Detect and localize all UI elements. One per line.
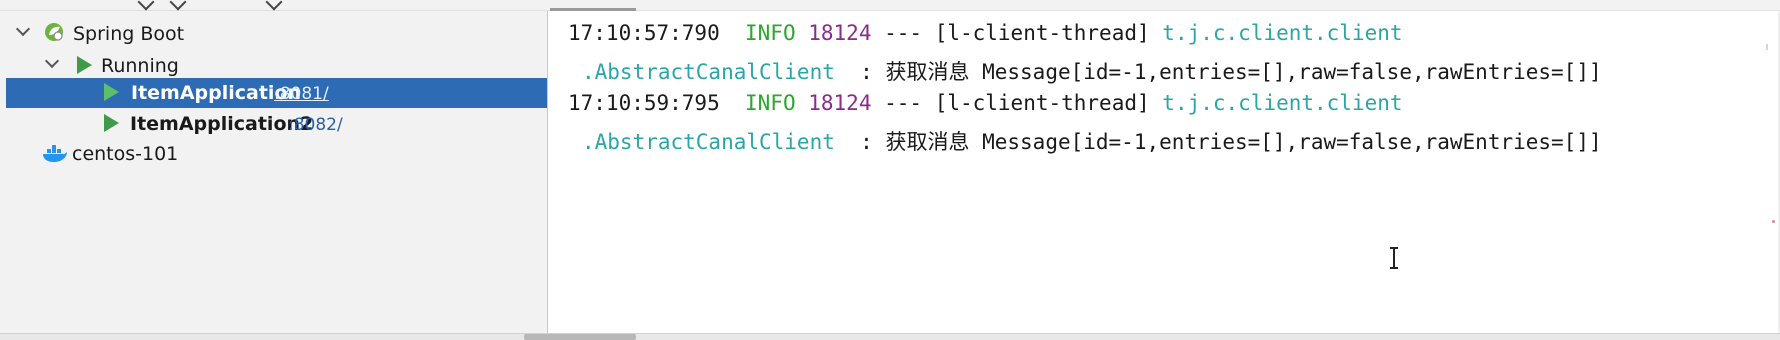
log-logger: t.j.c.client.client (1162, 21, 1403, 45)
log-thread: --- [l-client-thread] (884, 91, 1150, 115)
tree-node-docker[interactable]: centos-101 (0, 139, 547, 169)
chevron-down-icon[interactable] (44, 53, 60, 69)
chevron-down-icon[interactable] (15, 21, 31, 37)
log-timestamp: 17:10:57:790 (568, 21, 720, 45)
text-cursor-icon (1390, 247, 1398, 269)
log-line: 17:10:59:795 INFO 18124 --- [l-client-th… (568, 91, 1403, 119)
tree-node-running[interactable]: Running (0, 51, 547, 81)
log-message: : 获取消息 Message[id=-1,entries=[],raw=fals… (847, 60, 1602, 84)
run-icon (104, 114, 119, 132)
log-line: .AbstractCanalClient : 获取消息 Message[id=-… (582, 56, 1602, 84)
tree-node-label: centos-101 (72, 143, 179, 165)
ide-window: Spring Boot Running ItemApplication :808… (0, 0, 1780, 340)
spring-boot-icon (45, 23, 63, 41)
gutter-mark (1772, 220, 1775, 223)
toolbar-chevron-icon[interactable] (169, 0, 187, 11)
tree-node-spring-boot[interactable]: Spring Boot (0, 19, 547, 49)
console-output[interactable]: 17:10:57:790 INFO 18124 --- [l-client-th… (548, 11, 1780, 333)
run-icon (104, 83, 119, 101)
log-pid: 18124 (808, 21, 872, 45)
log-logger: .AbstractCanalClient (582, 130, 835, 154)
horizontal-scrollbar[interactable] (0, 333, 1780, 340)
log-level: INFO (745, 91, 796, 115)
services-tree[interactable]: Spring Boot Running ItemApplication :808… (0, 11, 548, 333)
tree-node-label: Running (101, 55, 179, 77)
log-pid: 18124 (808, 91, 872, 115)
tree-node-label: Spring Boot (73, 23, 185, 45)
log-timestamp: 17:10:59:795 (568, 91, 720, 115)
toolbar-chevron-icon[interactable] (137, 0, 155, 11)
app-port-link[interactable]: :8082/ (288, 115, 343, 135)
docker-icon (43, 145, 67, 162)
toolbar-strip (0, 0, 1780, 12)
log-line: .AbstractCanalClient : 获取消息 Message[id=-… (582, 126, 1602, 154)
log-logger: t.j.c.client.client (1162, 91, 1403, 115)
log-level: INFO (745, 21, 796, 45)
app-port-link[interactable]: :8081/ (274, 84, 329, 104)
toolbar-chevron-icon[interactable] (265, 0, 283, 11)
log-message: : 获取消息 Message[id=-1,entries=[],raw=fals… (847, 130, 1602, 154)
tree-node-app-itemapplication2[interactable]: ItemApplication2 :8082/ (0, 109, 547, 139)
gutter-mark (1766, 44, 1768, 50)
app-name: ItemApplication2 (130, 113, 314, 135)
tree-node-app-itemapplication[interactable]: ItemApplication :8081/ (6, 78, 547, 108)
log-thread: --- [l-client-thread] (884, 21, 1150, 45)
horizontal-scrollbar-thumb[interactable] (524, 334, 636, 340)
log-line: 17:10:57:790 INFO 18124 --- [l-client-th… (568, 21, 1403, 49)
log-logger: .AbstractCanalClient (582, 60, 835, 84)
run-icon (77, 56, 92, 74)
